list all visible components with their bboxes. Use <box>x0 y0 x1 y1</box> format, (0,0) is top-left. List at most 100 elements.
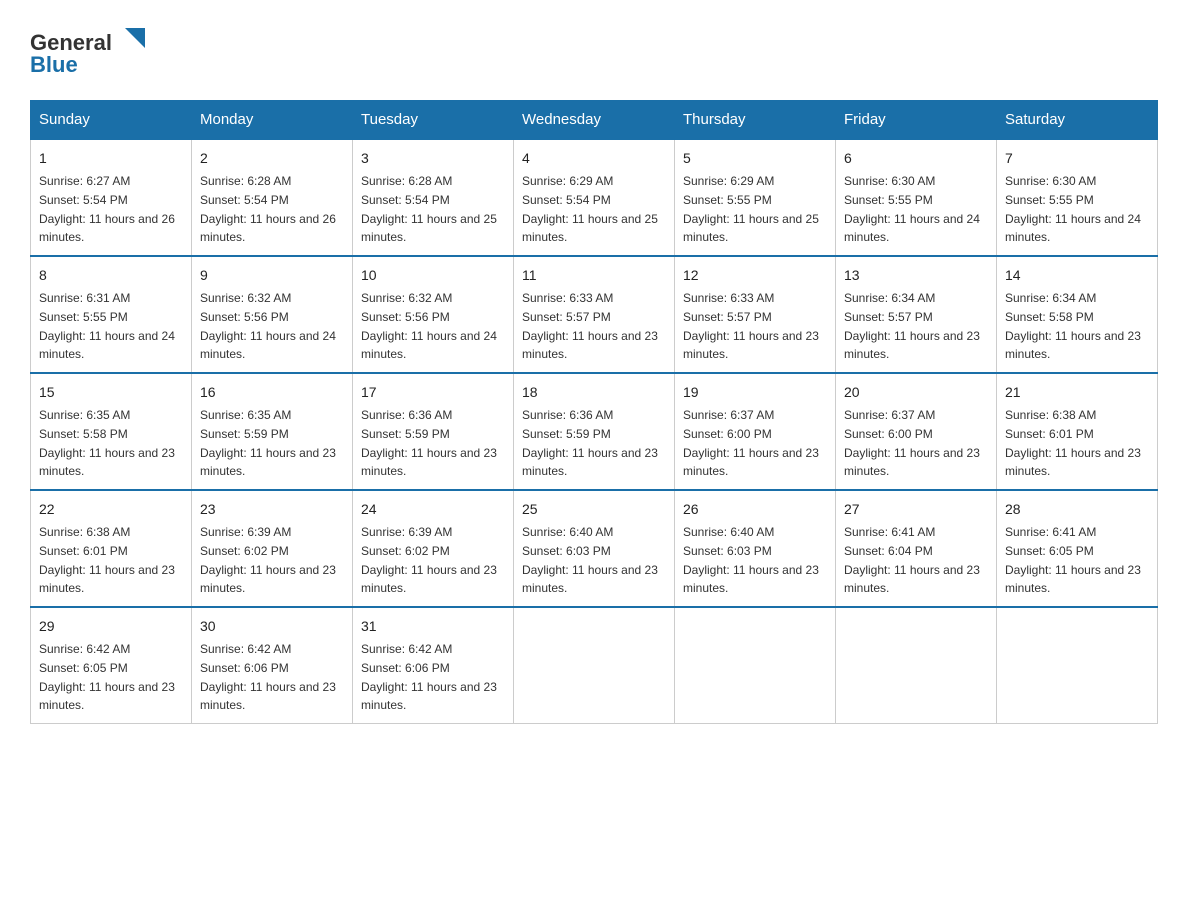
calendar-day-cell: 9 Sunrise: 6:32 AM Sunset: 5:56 PM Dayli… <box>192 256 353 373</box>
day-sunset: Sunset: 5:55 PM <box>1005 193 1094 207</box>
calendar-day-cell: 3 Sunrise: 6:28 AM Sunset: 5:54 PM Dayli… <box>353 139 514 256</box>
calendar-day-cell: 22 Sunrise: 6:38 AM Sunset: 6:01 PM Dayl… <box>31 490 192 607</box>
calendar-day-cell: 19 Sunrise: 6:37 AM Sunset: 6:00 PM Dayl… <box>675 373 836 490</box>
day-sunrise: Sunrise: 6:36 AM <box>361 408 452 422</box>
day-sunrise: Sunrise: 6:27 AM <box>39 174 130 188</box>
day-daylight: Daylight: 11 hours and 23 minutes. <box>39 680 175 713</box>
day-number: 27 <box>844 499 988 520</box>
calendar-day-cell: 29 Sunrise: 6:42 AM Sunset: 6:05 PM Dayl… <box>31 607 192 724</box>
day-daylight: Daylight: 11 hours and 23 minutes. <box>844 329 980 362</box>
day-sunrise: Sunrise: 6:30 AM <box>1005 174 1096 188</box>
calendar-day-cell: 30 Sunrise: 6:42 AM Sunset: 6:06 PM Dayl… <box>192 607 353 724</box>
calendar-week-row: 8 Sunrise: 6:31 AM Sunset: 5:55 PM Dayli… <box>31 256 1158 373</box>
calendar-day-cell: 6 Sunrise: 6:30 AM Sunset: 5:55 PM Dayli… <box>836 139 997 256</box>
calendar-day-cell: 27 Sunrise: 6:41 AM Sunset: 6:04 PM Dayl… <box>836 490 997 607</box>
day-number: 28 <box>1005 499 1149 520</box>
day-number: 20 <box>844 382 988 403</box>
day-number: 5 <box>683 148 827 169</box>
calendar-day-cell: 16 Sunrise: 6:35 AM Sunset: 5:59 PM Dayl… <box>192 373 353 490</box>
calendar-week-row: 29 Sunrise: 6:42 AM Sunset: 6:05 PM Dayl… <box>31 607 1158 724</box>
empty-cell <box>997 607 1158 724</box>
day-sunset: Sunset: 5:59 PM <box>200 427 289 441</box>
calendar-day-cell: 26 Sunrise: 6:40 AM Sunset: 6:03 PM Dayl… <box>675 490 836 607</box>
day-sunset: Sunset: 6:03 PM <box>522 544 611 558</box>
day-daylight: Daylight: 11 hours and 23 minutes. <box>361 680 497 713</box>
day-sunrise: Sunrise: 6:40 AM <box>522 525 613 539</box>
day-number: 14 <box>1005 265 1149 286</box>
calendar-day-cell: 17 Sunrise: 6:36 AM Sunset: 5:59 PM Dayl… <box>353 373 514 490</box>
calendar-day-cell: 10 Sunrise: 6:32 AM Sunset: 5:56 PM Dayl… <box>353 256 514 373</box>
calendar-day-cell: 2 Sunrise: 6:28 AM Sunset: 5:54 PM Dayli… <box>192 139 353 256</box>
day-sunset: Sunset: 5:56 PM <box>361 310 450 324</box>
day-sunrise: Sunrise: 6:36 AM <box>522 408 613 422</box>
day-sunrise: Sunrise: 6:29 AM <box>683 174 774 188</box>
empty-cell <box>836 607 997 724</box>
day-sunset: Sunset: 5:54 PM <box>39 193 128 207</box>
day-sunrise: Sunrise: 6:38 AM <box>39 525 130 539</box>
day-number: 24 <box>361 499 505 520</box>
calendar-day-cell: 31 Sunrise: 6:42 AM Sunset: 6:06 PM Dayl… <box>353 607 514 724</box>
logo-wordmark: General Blue <box>30 20 160 80</box>
day-number: 8 <box>39 265 183 286</box>
day-sunset: Sunset: 6:02 PM <box>361 544 450 558</box>
col-header-thursday: Thursday <box>675 101 836 140</box>
day-number: 4 <box>522 148 666 169</box>
calendar-day-cell: 15 Sunrise: 6:35 AM Sunset: 5:58 PM Dayl… <box>31 373 192 490</box>
day-sunset: Sunset: 5:54 PM <box>522 193 611 207</box>
day-sunset: Sunset: 6:00 PM <box>844 427 933 441</box>
col-header-monday: Monday <box>192 101 353 140</box>
day-sunrise: Sunrise: 6:38 AM <box>1005 408 1096 422</box>
day-sunset: Sunset: 6:05 PM <box>1005 544 1094 558</box>
day-number: 25 <box>522 499 666 520</box>
day-number: 30 <box>200 616 344 637</box>
day-daylight: Daylight: 11 hours and 23 minutes. <box>683 329 819 362</box>
day-number: 6 <box>844 148 988 169</box>
empty-cell <box>675 607 836 724</box>
day-daylight: Daylight: 11 hours and 23 minutes. <box>522 446 658 479</box>
day-number: 31 <box>361 616 505 637</box>
day-sunset: Sunset: 6:01 PM <box>39 544 128 558</box>
col-header-saturday: Saturday <box>997 101 1158 140</box>
calendar-week-row: 1 Sunrise: 6:27 AM Sunset: 5:54 PM Dayli… <box>31 139 1158 256</box>
day-daylight: Daylight: 11 hours and 26 minutes. <box>200 212 336 245</box>
calendar-day-cell: 5 Sunrise: 6:29 AM Sunset: 5:55 PM Dayli… <box>675 139 836 256</box>
day-daylight: Daylight: 11 hours and 23 minutes. <box>1005 563 1141 596</box>
day-sunrise: Sunrise: 6:28 AM <box>200 174 291 188</box>
day-daylight: Daylight: 11 hours and 25 minutes. <box>683 212 819 245</box>
day-sunrise: Sunrise: 6:40 AM <box>683 525 774 539</box>
day-number: 29 <box>39 616 183 637</box>
day-sunrise: Sunrise: 6:41 AM <box>1005 525 1096 539</box>
day-number: 9 <box>200 265 344 286</box>
day-daylight: Daylight: 11 hours and 24 minutes. <box>1005 212 1141 245</box>
day-daylight: Daylight: 11 hours and 23 minutes. <box>361 563 497 596</box>
day-daylight: Daylight: 11 hours and 23 minutes. <box>522 329 658 362</box>
day-number: 13 <box>844 265 988 286</box>
day-sunset: Sunset: 6:00 PM <box>683 427 772 441</box>
day-daylight: Daylight: 11 hours and 25 minutes. <box>361 212 497 245</box>
day-sunrise: Sunrise: 6:30 AM <box>844 174 935 188</box>
day-sunset: Sunset: 5:55 PM <box>39 310 128 324</box>
day-sunset: Sunset: 6:01 PM <box>1005 427 1094 441</box>
day-sunset: Sunset: 6:06 PM <box>200 661 289 675</box>
day-daylight: Daylight: 11 hours and 23 minutes. <box>200 563 336 596</box>
calendar-day-cell: 8 Sunrise: 6:31 AM Sunset: 5:55 PM Dayli… <box>31 256 192 373</box>
day-sunset: Sunset: 6:06 PM <box>361 661 450 675</box>
day-sunset: Sunset: 5:57 PM <box>683 310 772 324</box>
day-daylight: Daylight: 11 hours and 23 minutes. <box>361 446 497 479</box>
calendar-header-row: SundayMondayTuesdayWednesdayThursdayFrid… <box>31 101 1158 140</box>
calendar-day-cell: 12 Sunrise: 6:33 AM Sunset: 5:57 PM Dayl… <box>675 256 836 373</box>
day-sunrise: Sunrise: 6:39 AM <box>200 525 291 539</box>
logo: General Blue <box>30 20 160 80</box>
day-sunset: Sunset: 6:05 PM <box>39 661 128 675</box>
day-sunset: Sunset: 6:02 PM <box>200 544 289 558</box>
calendar-day-cell: 14 Sunrise: 6:34 AM Sunset: 5:58 PM Dayl… <box>997 256 1158 373</box>
page-header: General Blue <box>30 20 1158 80</box>
day-number: 18 <box>522 382 666 403</box>
day-daylight: Daylight: 11 hours and 23 minutes. <box>844 563 980 596</box>
day-sunrise: Sunrise: 6:41 AM <box>844 525 935 539</box>
day-number: 11 <box>522 265 666 286</box>
day-number: 23 <box>200 499 344 520</box>
day-sunset: Sunset: 5:58 PM <box>39 427 128 441</box>
day-sunset: Sunset: 5:59 PM <box>522 427 611 441</box>
day-number: 12 <box>683 265 827 286</box>
